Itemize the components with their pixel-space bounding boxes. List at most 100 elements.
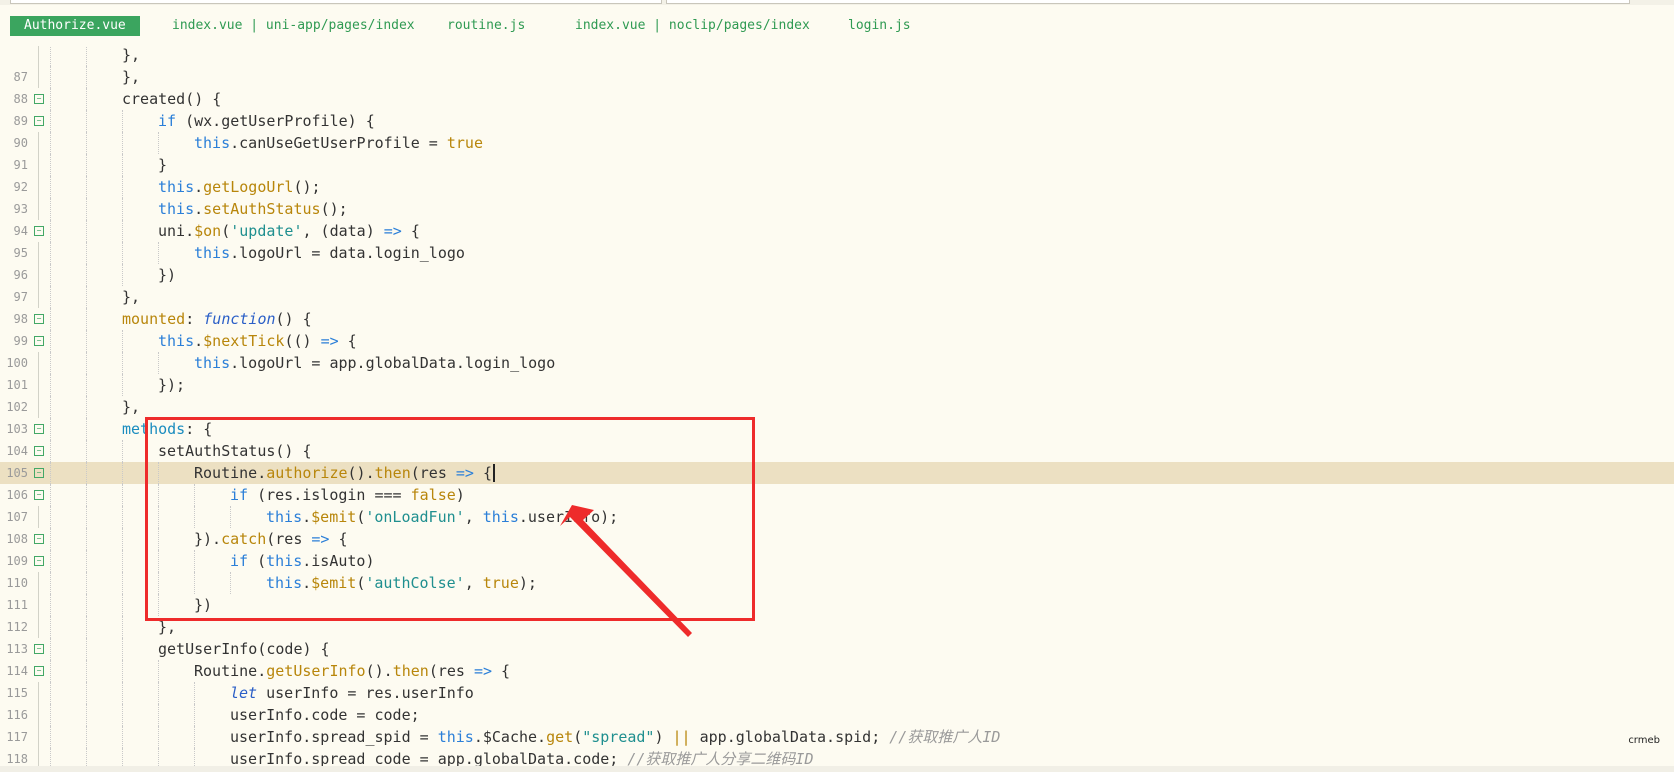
indent-guide (86, 594, 87, 616)
indent-guide (122, 264, 123, 286)
code-text: userInfo.code = code; (230, 704, 420, 726)
code-line[interactable]: 95 this.logoUrl = data.login_logo (0, 242, 1674, 264)
code-text: mounted: function() { (122, 308, 312, 330)
indent-guide (86, 528, 87, 550)
indent-guide (194, 704, 195, 726)
indent-guide (86, 330, 87, 352)
line-number: 102 (6, 400, 28, 414)
line-number: 110 (6, 576, 28, 590)
code-token: userInfo.code = code; (230, 706, 420, 724)
code-line[interactable]: 114− Routine.getUserInfo().then(res => { (0, 660, 1674, 682)
fold-toggle-icon[interactable]: − (34, 446, 44, 456)
line-number: 113 (6, 642, 28, 656)
code-text: getUserInfo(code) { (158, 638, 330, 660)
tab-login-js[interactable]: login.js (848, 16, 911, 36)
code-line[interactable]: 113− getUserInfo(code) { (0, 638, 1674, 660)
code-line[interactable]: 100 this.logoUrl = app.globalData.login_l… (0, 352, 1674, 374)
indent-guide (122, 352, 123, 374)
code-line[interactable]: }, (0, 46, 1674, 66)
indent-guide (158, 132, 159, 154)
indent-guide (50, 682, 51, 704)
fold-toggle-icon[interactable]: − (34, 534, 44, 544)
indent-guide (86, 396, 87, 418)
line-number: 101 (6, 378, 28, 392)
code-token: }) (158, 266, 177, 284)
code-text: this.getLogoUrl(); (158, 176, 321, 198)
indent-guide (86, 66, 87, 88)
tab-routine-js[interactable]: routine.js (447, 16, 525, 36)
indent-guide (158, 682, 159, 704)
fold-toggle-icon[interactable]: − (34, 666, 44, 676)
code-line[interactable]: 88− created() { (0, 88, 1674, 110)
indent-guide (122, 572, 123, 594)
code-line[interactable]: 99− this.$nextTick(() => { (0, 330, 1674, 352)
fold-gutter-line (38, 374, 39, 396)
fold-toggle-icon[interactable]: − (34, 314, 44, 324)
code-line[interactable]: 101}); (0, 374, 1674, 396)
indent-guide (158, 704, 159, 726)
fold-gutter-line (38, 726, 39, 748)
code-token: userInfo.spread_spid = (230, 728, 438, 746)
fold-toggle-icon[interactable]: − (34, 424, 44, 434)
code-line[interactable]: 116 userInfo.code = code; (0, 704, 1674, 726)
code-text: }, (122, 46, 140, 66)
line-number: 93 (13, 202, 28, 216)
code-line[interactable]: 91} (0, 154, 1674, 176)
fold-gutter-line (38, 352, 39, 374)
code-token: this (158, 332, 195, 350)
code-token: , (data) (302, 222, 384, 240)
indent-guide (86, 616, 87, 638)
code-line[interactable]: 96}) (0, 264, 1674, 286)
fold-toggle-icon[interactable]: − (34, 336, 44, 346)
code-line[interactable]: 92 this.getLogoUrl(); (0, 176, 1674, 198)
code-text: userInfo.spread_spid = this.$Cache.get("… (230, 726, 1000, 748)
code-line[interactable]: 117 userInfo.spread_spid = this.$Cache.ge… (0, 726, 1674, 748)
line-number: 94 (13, 224, 28, 238)
code-token: "spread" (582, 728, 655, 746)
code-line[interactable]: 93 this.setAuthStatus(); (0, 198, 1674, 220)
line-number: 112 (6, 620, 28, 634)
code-token: then (392, 662, 429, 680)
code-line[interactable]: 87}, (0, 66, 1674, 88)
code-line[interactable]: 90 this.canUseGetUserProfile = true (0, 132, 1674, 154)
code-line[interactable]: 98− mounted: function() { (0, 308, 1674, 330)
code-text: } (158, 154, 167, 176)
indent-guide (122, 462, 123, 484)
code-token: (wx.getUserProfile) { (176, 112, 375, 130)
code-line[interactable]: 102}, (0, 396, 1674, 418)
code-line[interactable]: 94− uni.$on('update', (data) => { (0, 220, 1674, 242)
code-token: () { (275, 310, 312, 328)
indent-guide (86, 440, 87, 462)
fold-toggle-icon[interactable]: − (34, 644, 44, 654)
indent-guide (122, 242, 123, 264)
code-token: Routine. (194, 662, 267, 680)
fold-toggle-icon[interactable]: − (34, 116, 44, 126)
code-token: || (672, 728, 691, 746)
indent-guide (194, 682, 195, 704)
code-line[interactable]: 97}, (0, 286, 1674, 308)
indent-guide (50, 660, 51, 682)
fold-toggle-icon[interactable]: − (34, 556, 44, 566)
indent-guide (50, 506, 51, 528)
fold-toggle-icon[interactable]: − (34, 94, 44, 104)
tab-index-vue-noclip[interactable]: index.vue | noclip/pages/index (575, 16, 810, 36)
fold-gutter-line (38, 176, 39, 198)
code-token: if (158, 112, 177, 130)
code-token: } (158, 156, 168, 174)
horizontal-scrollbar[interactable] (0, 766, 1674, 772)
tab-authorize-vue[interactable]: Authorize.vue (10, 16, 140, 36)
tab-index-vue-uni-app[interactable]: index.vue | uni-app/pages/index (172, 16, 415, 36)
indent-guide (158, 242, 159, 264)
line-number: 91 (13, 158, 28, 172)
code-line[interactable]: 115 let userInfo = res.userInfo (0, 682, 1674, 704)
code-token: .$Cache. (473, 728, 547, 746)
indent-guide (122, 682, 123, 704)
fold-toggle-icon[interactable]: − (34, 490, 44, 500)
code-line[interactable]: 89− if (wx.getUserProfile) { (0, 110, 1674, 132)
code-editor[interactable]: }, 87}, 88− created() {89− if (wx.getUserPro… (0, 46, 1674, 772)
fold-gutter-line (38, 682, 39, 704)
line-number: 96 (13, 268, 28, 282)
fold-toggle-icon[interactable]: − (34, 468, 44, 478)
fold-toggle-icon[interactable]: − (34, 226, 44, 236)
indent-guide (50, 352, 51, 374)
